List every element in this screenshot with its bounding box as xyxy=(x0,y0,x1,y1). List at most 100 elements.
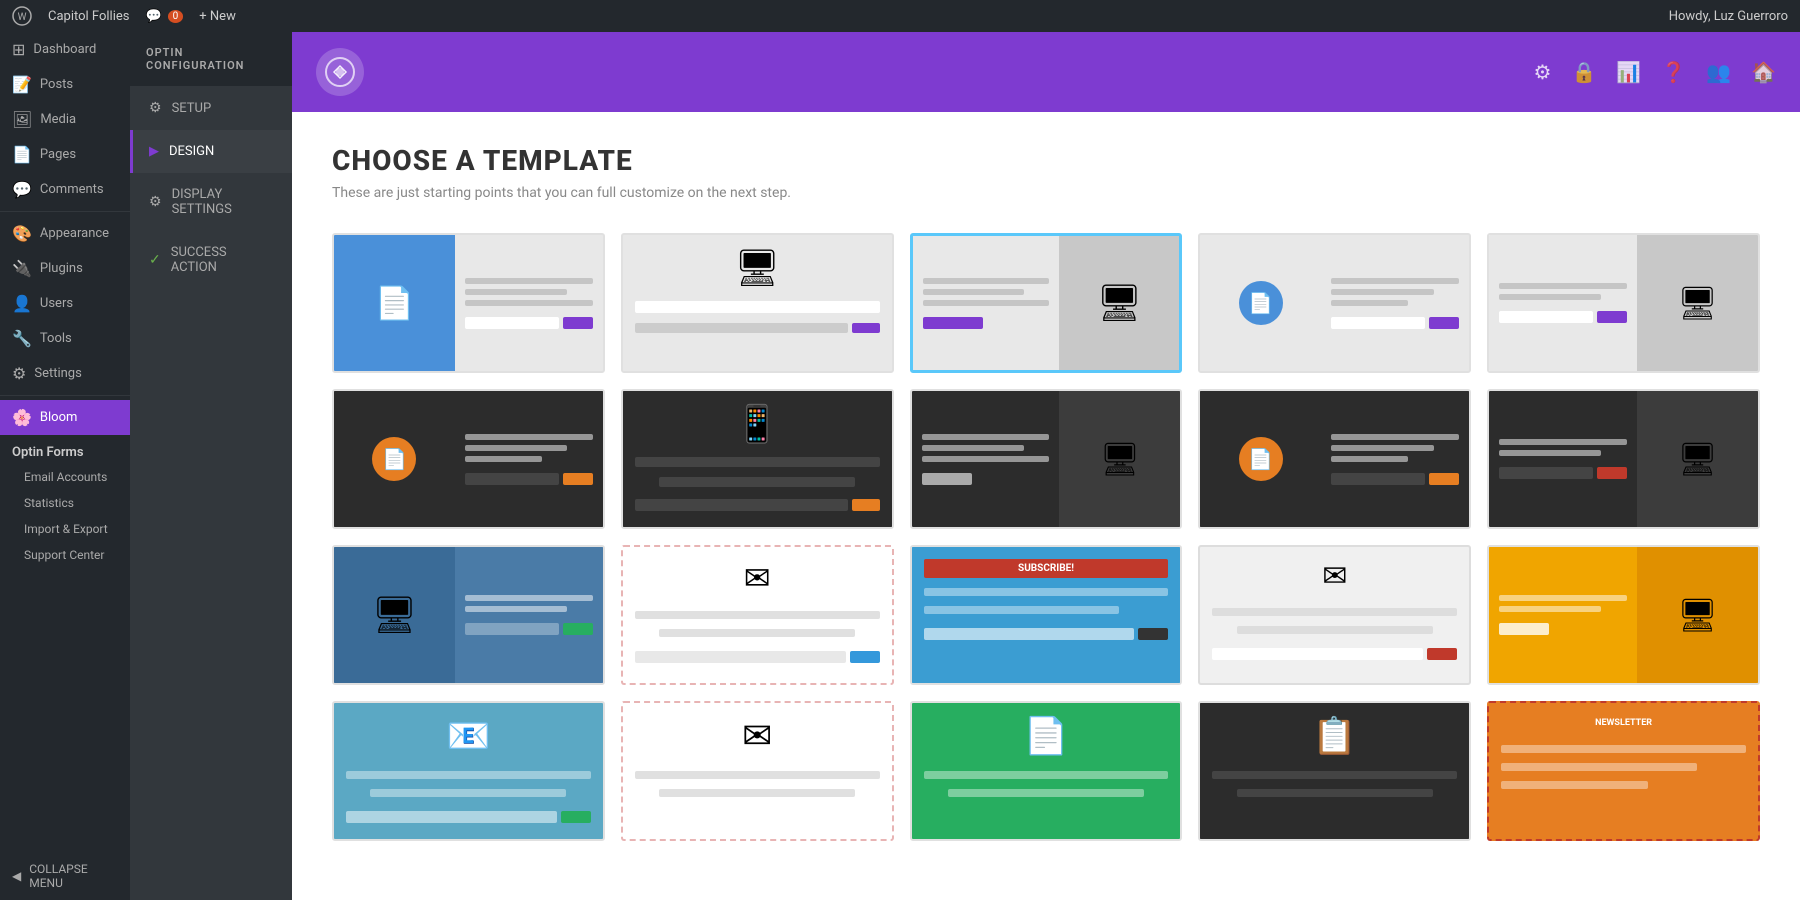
sidebar-divider-2 xyxy=(0,395,130,396)
card4-line3 xyxy=(1331,300,1408,306)
sidebar-item-tools[interactable]: 🔧 Tools xyxy=(0,321,130,356)
card11-input xyxy=(465,623,559,635)
card8-line3 xyxy=(922,456,1050,462)
card10-input xyxy=(1499,467,1593,479)
template-card-1[interactable]: 📄 xyxy=(332,233,605,373)
card4-btn xyxy=(1429,317,1459,329)
template-card-16[interactable]: 📧 xyxy=(332,701,605,841)
card19-line2 xyxy=(1237,789,1433,797)
card10-line1 xyxy=(1499,439,1627,445)
sidebar-item-comments[interactable]: 💬 Comments xyxy=(0,172,130,207)
sidebar-label-users: Users xyxy=(40,296,73,311)
template-card-2[interactable]: 🖥 xyxy=(621,233,894,373)
sidebar-item-pages[interactable]: 📄 Pages xyxy=(0,137,130,172)
sidebar-label-appearance: Appearance xyxy=(40,226,109,241)
template-card-19[interactable]: 📋 xyxy=(1198,701,1471,841)
sidebar-sub-email-accounts[interactable]: Email Accounts xyxy=(0,464,130,490)
card20-line1 xyxy=(1501,745,1746,753)
card13-line2 xyxy=(924,606,1120,614)
sidebar-item-bloom[interactable]: 🌸 Bloom xyxy=(0,400,130,435)
sidebar-label-comments: Comments xyxy=(40,182,104,197)
card5-line1 xyxy=(1499,283,1627,289)
design-label: DESIGN xyxy=(169,144,214,159)
card5-btn xyxy=(1597,311,1627,323)
template-card-10[interactable]: 🖥 xyxy=(1487,389,1760,529)
sidebar-item-plugins[interactable]: 🔌 Plugins xyxy=(0,251,130,286)
display-gear-icon: ⚙ xyxy=(149,194,162,210)
card8-btn xyxy=(922,473,972,485)
site-name-item[interactable]: Capitol Follies xyxy=(48,9,129,24)
template-card-3[interactable]: 🖥 xyxy=(910,233,1183,373)
template-card-11[interactable]: 🖥 xyxy=(332,545,605,685)
template-card-15[interactable]: 🖥 xyxy=(1487,545,1760,685)
topbar-help-icon[interactable]: ❓ xyxy=(1661,60,1686,84)
topbar-chart-icon[interactable]: 📊 xyxy=(1616,60,1641,84)
template-card-5[interactable]: 🖥 xyxy=(1487,233,1760,373)
pages-icon: 📄 xyxy=(12,145,32,164)
plugins-icon: 🔌 xyxy=(12,259,32,278)
optin-forms-label: Optin Forms xyxy=(0,435,130,464)
template-card-9[interactable]: 📄 xyxy=(1198,389,1471,529)
plugin-sidebar-display[interactable]: ⚙ DISPLAY SETTINGS xyxy=(130,173,292,231)
card14-line1 xyxy=(1212,608,1457,616)
template-card-12[interactable]: ✉ xyxy=(621,545,894,685)
topbar-lock-icon[interactable]: 🔒 xyxy=(1571,60,1596,84)
collapse-menu-button[interactable]: ◀ COLLAPSE MENU xyxy=(0,852,130,900)
card6-input xyxy=(465,473,559,485)
card12-input xyxy=(635,651,846,663)
card16-line2 xyxy=(370,789,566,797)
support-label: Support Center xyxy=(24,548,104,562)
dashboard-icon: ⊞ xyxy=(12,40,25,59)
sidebar-label-dashboard: Dashboard xyxy=(33,42,96,57)
tools-icon: 🔧 xyxy=(12,329,32,348)
sidebar-sub-import-export[interactable]: Import & Export xyxy=(0,516,130,542)
sidebar-sub-statistics[interactable]: Statistics xyxy=(0,490,130,516)
sidebar-item-appearance[interactable]: 🎨 Appearance xyxy=(0,216,130,251)
plugin-sidebar-setup[interactable]: ⚙ SETUP xyxy=(130,86,292,130)
plugin-topbar: ⚙ 🔒 📊 ❓ 👥 🏠 xyxy=(292,32,1800,112)
plugin-sidebar-success[interactable]: ✓ SUCCESS ACTION xyxy=(130,231,292,289)
topbar-users-icon[interactable]: 👥 xyxy=(1706,60,1731,84)
plugin-sidebar-design[interactable]: ▶ DESIGN xyxy=(130,130,292,173)
card3-monitor: 🖥 xyxy=(1097,282,1143,324)
user-greeting[interactable]: Howdy, Luz Guerroro xyxy=(1669,9,1788,24)
card20-line3 xyxy=(1501,781,1648,789)
sidebar-item-settings[interactable]: ⚙ Settings xyxy=(0,356,130,391)
card10-line2 xyxy=(1499,450,1601,456)
admin-bar-right: Howdy, Luz Guerroro xyxy=(1669,9,1788,24)
template-card-13[interactable]: SUBSCRIBE! xyxy=(910,545,1183,685)
collapse-icon: ◀ xyxy=(12,869,21,883)
card1-input xyxy=(465,317,559,329)
card20-line2 xyxy=(1501,763,1697,771)
card9-line2 xyxy=(1331,445,1433,451)
wp-logo-item[interactable]: W xyxy=(12,6,32,26)
template-card-4[interactable]: 📄 xyxy=(1198,233,1471,373)
template-card-18[interactable]: 📄 xyxy=(910,701,1183,841)
template-chooser: CHOOSE A TEMPLATE These are just startin… xyxy=(292,112,1800,900)
card7-input xyxy=(635,499,848,511)
appearance-icon: 🎨 xyxy=(12,224,32,243)
topbar-settings-icon[interactable]: ⚙ xyxy=(1534,60,1552,84)
email-accounts-label: Email Accounts xyxy=(24,470,107,484)
template-card-8[interactable]: 🖥 xyxy=(910,389,1183,529)
sidebar-sub-support[interactable]: Support Center xyxy=(0,542,130,568)
template-card-7[interactable]: 📱 xyxy=(621,389,894,529)
card1-line1 xyxy=(465,278,593,284)
card3-line1 xyxy=(923,278,1050,284)
comment-count: 0 xyxy=(168,10,184,23)
sidebar-item-media[interactable]: 🖼 Media xyxy=(0,102,130,137)
success-label: SUCCESS ACTION xyxy=(171,245,276,275)
comment-item[interactable]: 💬 0 xyxy=(145,9,183,24)
template-card-6[interactable]: 📄 xyxy=(332,389,605,529)
topbar-home-icon[interactable]: 🏠 xyxy=(1751,60,1776,84)
sidebar-item-dashboard[interactable]: ⊞ Dashboard xyxy=(0,32,130,67)
template-card-20[interactable]: NEWSLETTER xyxy=(1487,701,1760,841)
sidebar-item-posts[interactable]: 📝 Posts xyxy=(0,67,130,102)
template-card-14[interactable]: ✉ xyxy=(1198,545,1471,685)
template-card-17[interactable]: ✉ xyxy=(621,701,894,841)
card19-line1 xyxy=(1212,771,1457,779)
success-check-icon: ✓ xyxy=(149,252,161,268)
sidebar-item-users[interactable]: 👤 Users xyxy=(0,286,130,321)
new-item[interactable]: + New xyxy=(199,9,236,24)
card13-subscribe: SUBSCRIBE! xyxy=(924,559,1169,578)
